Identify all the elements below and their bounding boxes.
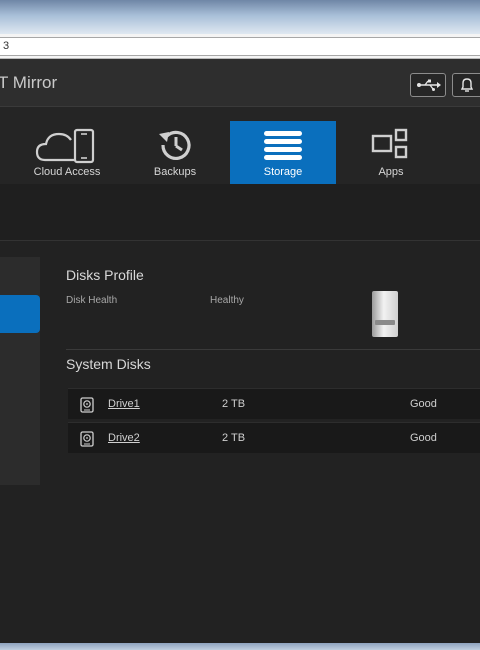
drive-size: 2 TB (222, 398, 246, 410)
tab-storage[interactable]: Storage (230, 121, 336, 185)
tab-backups[interactable]: Backups (122, 121, 228, 185)
nas-device-icon (372, 291, 398, 337)
url-field[interactable]: 3 (0, 37, 480, 56)
browser-address-bar: 3 (0, 34, 480, 59)
storage-stack-icon (264, 131, 302, 160)
desktop-background (0, 0, 480, 34)
desktop-background-bottom (0, 643, 480, 650)
cloud-phone-icon (35, 128, 95, 164)
hard-disk-icon (80, 397, 94, 413)
apps-grid-icon (371, 128, 408, 159)
disk-health-label: Disk Health (66, 295, 118, 306)
main-nav: Cloud Access Backups Storage Apps (0, 106, 480, 185)
bell-icon (460, 78, 474, 92)
main-content: Disks Profile Disk Health Healthy System… (0, 241, 480, 643)
system-disks-title: System Disks (66, 356, 151, 372)
tab-apps[interactable]: Apps (338, 121, 444, 185)
disk-health-value: Healthy (210, 295, 244, 306)
app-header: T Mirror (0, 59, 480, 106)
alerts-button[interactable] (452, 73, 480, 97)
hard-disk-icon (80, 431, 94, 447)
section-divider (66, 349, 480, 350)
sub-header (0, 184, 480, 241)
table-row: Drive1 2 TB Good (68, 388, 480, 419)
drive-name-link[interactable]: Drive2 (108, 432, 140, 444)
disks-profile-title: Disks Profile (66, 267, 144, 283)
tab-label: Cloud Access (33, 166, 101, 178)
side-panel (0, 257, 40, 485)
tab-cloud-access[interactable]: Cloud Access (14, 121, 120, 185)
drive-size: 2 TB (222, 432, 246, 444)
tab-label: Storage (263, 166, 303, 178)
tab-label: Apps (378, 166, 404, 178)
usb-icon (417, 79, 441, 91)
side-panel-selected-item[interactable] (0, 295, 40, 333)
tab-label: Backups (153, 166, 197, 178)
table-row: Drive2 2 TB Good (68, 422, 480, 453)
usb-button[interactable] (410, 73, 446, 97)
drive-status: Good (410, 398, 437, 410)
history-clock-icon (159, 130, 191, 160)
app-title: T Mirror (0, 73, 58, 92)
drive-status: Good (410, 432, 437, 444)
drive-name-link[interactable]: Drive1 (108, 398, 140, 410)
